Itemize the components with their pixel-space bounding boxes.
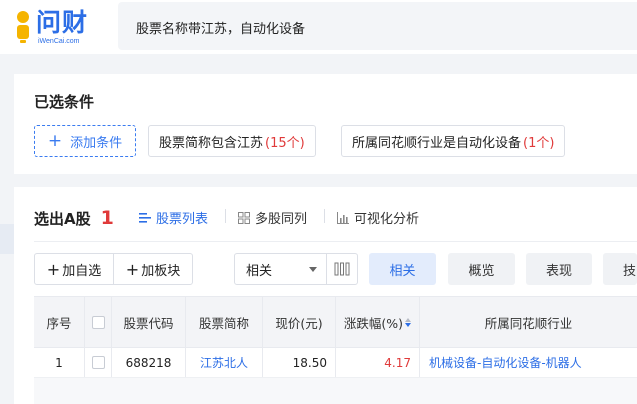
conditions-title: 已选条件 — [34, 93, 95, 111]
row-code: 688218 — [112, 348, 186, 377]
tab-visual-analysis[interactable]: 可视化分析 — [337, 208, 419, 227]
header-change[interactable]: 涨跌幅(%) — [336, 297, 420, 347]
logo-text: 问财 — [36, 8, 89, 37]
table-footer-row — [34, 378, 637, 404]
tab-label: 多股同列 — [255, 212, 308, 227]
tab-label: 股票列表 — [156, 212, 209, 227]
tab-multi-stock[interactable]: 多股同列 — [238, 208, 307, 227]
plus-icon: + — [46, 259, 61, 279]
add-condition-button[interactable]: + 添加条件 — [34, 125, 136, 157]
iwencai-logo[interactable]: 问财 iWenCai.com — [12, 8, 98, 48]
segment-technical[interactable]: 技 — [603, 253, 637, 285]
results-panel: 选出A股 1 股票列表 多股同列 可视化分析 + 加自选 + 加板块 相关 相关… — [14, 187, 637, 404]
left-strip-highlight — [0, 224, 14, 254]
header-industry[interactable]: 所属同花顺行业 — [420, 297, 637, 347]
segment-label: 表现 — [545, 263, 572, 279]
stock-table: 序号 股票代码 股票简称 现价(元) 涨跌幅(%) 所属同花顺行业 1 6882… — [34, 296, 637, 404]
tab-separator — [324, 209, 325, 223]
add-watchlist-button[interactable]: + 加自选 — [35, 254, 113, 284]
results-count: 1 — [100, 207, 114, 229]
condition-chip-count: (15个) — [265, 135, 305, 151]
add-watchlist-label: 加自选 — [62, 263, 102, 279]
segment-performance[interactable]: 表现 — [526, 253, 592, 285]
chevron-down-icon — [309, 267, 317, 272]
grid-icon — [238, 211, 250, 224]
results-title-text: 选出A股 — [34, 209, 91, 228]
add-sector-button[interactable]: + 加板块 — [113, 254, 192, 284]
tab-stock-list[interactable]: 股票列表 — [139, 208, 208, 227]
results-divider — [34, 241, 637, 242]
add-condition-label: 添加条件 — [70, 135, 123, 151]
condition-chip-count: (1个) — [523, 135, 555, 151]
column-settings-button[interactable] — [326, 253, 358, 285]
selected-conditions-panel: 已选条件 + 添加条件 股票简称包含江苏 (15个) 所属同花顺行业是自动化设备… — [14, 74, 637, 174]
segment-overview[interactable]: 概览 — [448, 253, 515, 285]
table-row[interactable]: 1 688218 江苏北人 18.50 4.17 机械设备-自动化设备-机器人 — [34, 348, 637, 378]
row-change: 4.17 — [336, 348, 420, 377]
condition-chip-industry[interactable]: 所属同花顺行业是自动化设备 (1个) — [341, 125, 566, 157]
segment-label: 技 — [623, 263, 637, 279]
results-title: 选出A股 1 — [34, 207, 114, 229]
segment-label: 概览 — [468, 263, 495, 279]
logo-subtext: iWenCai.com — [38, 38, 80, 45]
row-select[interactable] — [85, 348, 112, 377]
search-input[interactable]: 股票名称带江苏，自动化设备 — [118, 2, 637, 50]
header-index: 序号 — [34, 297, 85, 347]
row-price: 18.50 — [263, 348, 336, 377]
sort-select[interactable]: 相关 — [234, 253, 327, 285]
left-side-strip — [0, 74, 14, 404]
watchlist-button-group: + 加自选 + 加板块 — [34, 253, 193, 285]
list-icon — [139, 212, 151, 223]
segment-label: 相关 — [389, 263, 416, 279]
condition-chip-label: 股票简称包含江苏 — [159, 135, 264, 151]
select-all-checkbox[interactable] — [91, 315, 105, 329]
header-code[interactable]: 股票代码 — [112, 297, 186, 347]
plus-icon: + — [125, 259, 140, 279]
add-sector-label: 加板块 — [141, 263, 181, 279]
table-header: 序号 股票代码 股票简称 现价(元) 涨跌幅(%) 所属同花顺行业 — [34, 296, 637, 348]
header-select-all[interactable] — [85, 297, 112, 347]
header-name[interactable]: 股票简称 — [186, 297, 263, 347]
tab-separator — [225, 209, 226, 223]
bar-chart-icon — [337, 211, 349, 224]
row-industry-link[interactable]: 机械设备-自动化设备-机器人 — [420, 348, 637, 377]
row-index: 1 — [34, 348, 85, 377]
search-query-text: 股票名称带江苏，自动化设备 — [136, 22, 306, 37]
row-stock-name-link[interactable]: 江苏北人 — [186, 348, 263, 377]
top-header: 问财 iWenCai.com 股票名称带江苏，自动化设备 — [0, 0, 637, 54]
condition-chip-label: 所属同花顺行业是自动化设备 — [352, 135, 522, 151]
condition-chip-name[interactable]: 股票简称包含江苏 (15个) — [148, 125, 316, 157]
tab-label: 可视化分析 — [354, 212, 420, 227]
bulb-logo-icon — [17, 11, 29, 43]
sort-select-value: 相关 — [246, 263, 273, 279]
columns-icon — [334, 262, 350, 276]
row-checkbox[interactable] — [91, 356, 105, 369]
header-price[interactable]: 现价(元) — [263, 297, 336, 347]
header-change-label: 涨跌幅(%) — [343, 315, 404, 331]
segment-relevance[interactable]: 相关 — [369, 253, 436, 285]
sort-icon[interactable] — [405, 317, 412, 327]
plus-icon: + — [47, 131, 63, 151]
